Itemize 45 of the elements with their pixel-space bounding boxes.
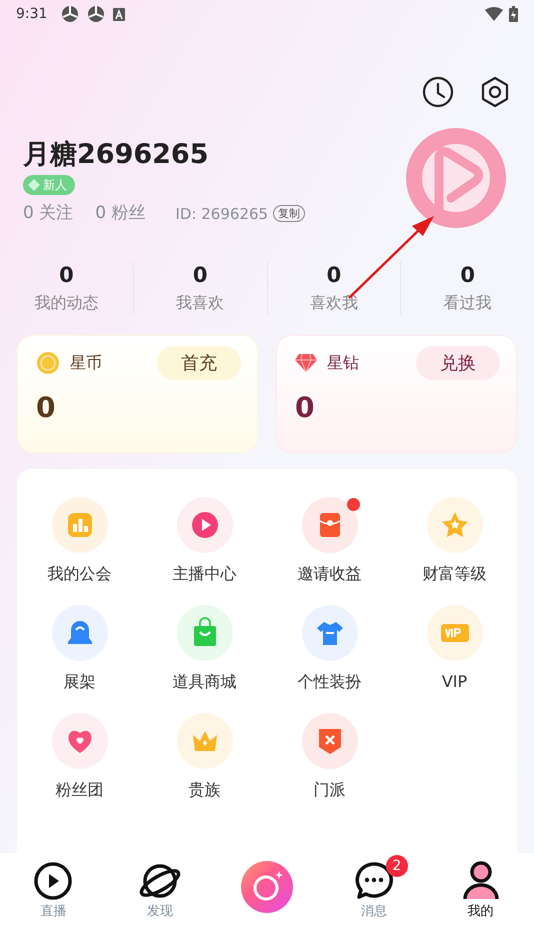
menu-item[interactable]: 展架	[17, 605, 142, 693]
stat-value: 0	[326, 262, 342, 289]
wifi-icon	[485, 7, 503, 21]
menu-item[interactable]: VIP	[392, 605, 517, 693]
user-id: ID: 2696265	[175, 204, 268, 224]
stat-value: 0	[460, 262, 475, 289]
menu-item[interactable]: 粉丝团	[17, 713, 142, 801]
wallet-name: 星钻	[327, 352, 359, 374]
wallet-balance: 0	[36, 390, 56, 426]
menu-item[interactable]: 门派	[267, 713, 392, 801]
history-clock-icon[interactable]	[422, 76, 454, 108]
wallet-card[interactable]: 星钻 兑换 0	[276, 335, 517, 453]
menu-item[interactable]: 个性装扮	[267, 605, 392, 693]
menu-item[interactable]: 主播中心	[142, 497, 267, 585]
menu-item[interactable]: 我的公会	[17, 497, 142, 585]
wallet-card[interactable]: 星币 首充 0	[17, 335, 258, 453]
stat-value: 0	[59, 262, 74, 289]
wallet-action-button[interactable]: 兑换	[416, 346, 500, 380]
play-circle-icon	[33, 861, 74, 901]
nav-tab[interactable]: 直播	[33, 861, 74, 921]
menu-item[interactable]: 邀请收益	[267, 497, 392, 585]
coin-icon	[36, 351, 60, 375]
battery-icon	[509, 6, 518, 22]
wallet-action-button[interactable]: 首充	[157, 346, 241, 380]
new-user-badge: 新人	[23, 175, 75, 195]
copy-button[interactable]: 复制	[273, 205, 306, 222]
menu-item[interactable]: 财富等级	[392, 497, 517, 585]
wallet-balance: 0	[295, 390, 314, 426]
nav-tab[interactable]: 我的	[460, 861, 501, 921]
status-time: 9:31	[16, 4, 48, 24]
menu-item[interactable]: 贵族	[142, 713, 267, 801]
diamond-icon	[295, 354, 317, 372]
wallet-name: 星币	[70, 352, 102, 374]
camera-ring-icon	[240, 861, 293, 913]
username: 月糖2696265	[23, 138, 210, 172]
stat-value: 0	[192, 262, 208, 289]
unread-badge: 2	[386, 855, 408, 877]
menu-item[interactable]: 道具商城	[142, 605, 267, 693]
settings-icon[interactable]	[480, 76, 510, 108]
keyboard-notification-icon	[113, 8, 126, 20]
person-icon	[460, 861, 501, 901]
camera-button[interactable]	[240, 861, 293, 913]
app-notification-icon	[61, 5, 80, 23]
chat-bubble-icon	[354, 861, 394, 901]
app-notification-icon	[87, 5, 106, 23]
